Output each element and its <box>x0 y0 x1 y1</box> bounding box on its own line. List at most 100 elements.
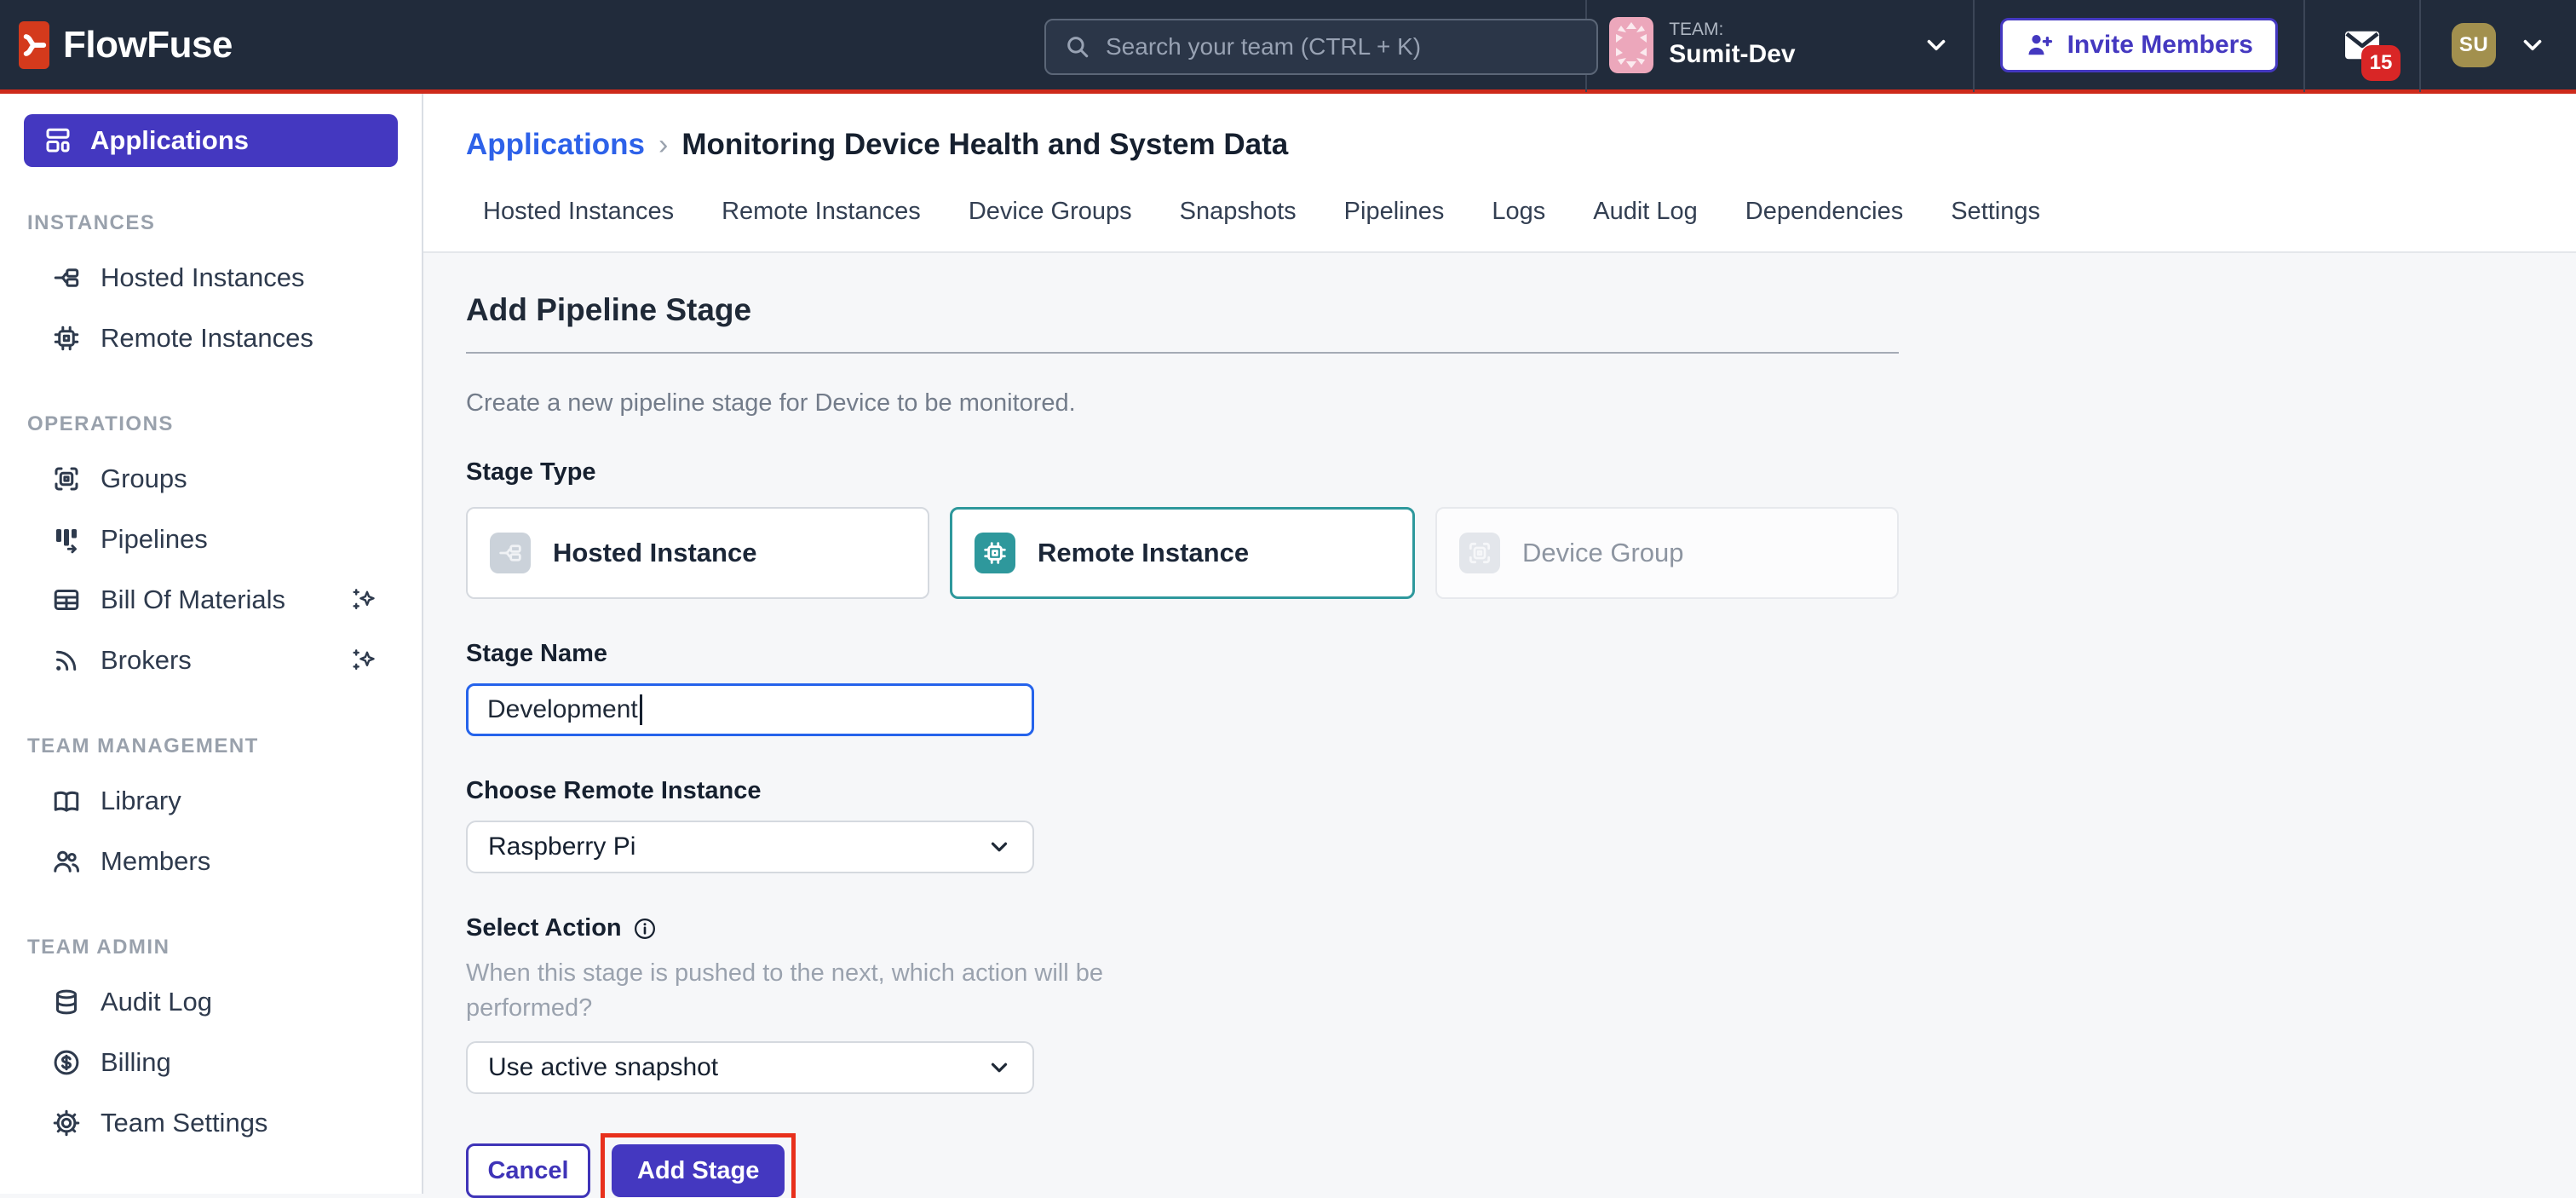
sidebar-item-remote-instances[interactable]: Remote Instances <box>24 308 398 368</box>
sidebar: Applications INSTANCES Hosted Instances <box>0 94 423 1194</box>
form-description: Create a new pipeline stage for Device t… <box>466 389 2533 418</box>
device-group-icon <box>1459 533 1500 573</box>
remote-instance-value: Raspberry Pi <box>488 832 635 861</box>
brand-name: FlowFuse <box>63 24 233 66</box>
nav-divider <box>2303 0 2305 92</box>
add-pipeline-stage-form: Add Pipeline Stage Create a new pipeline… <box>423 253 2576 1198</box>
stage-type-option-label: Hosted Instance <box>553 538 756 568</box>
sidebar-item-applications[interactable]: Applications <box>24 114 398 167</box>
chip-icon <box>975 533 1015 573</box>
users-icon <box>51 846 82 877</box>
team-label: TEAM: <box>1669 20 1795 40</box>
choose-remote-instance-label: Choose Remote Instance <box>466 777 2533 805</box>
sidebar-item-label: Applications <box>90 125 249 156</box>
sidebar-item-label: Billing <box>101 1047 393 1078</box>
add-stage-button[interactable]: Add Stage <box>612 1144 785 1197</box>
sparkles-icon <box>348 646 377 675</box>
table-icon <box>51 585 82 615</box>
tab-bar: Hosted Instances Remote Instances Device… <box>466 198 2533 251</box>
breadcrumb: Applications › Monitoring Device Health … <box>466 128 2533 162</box>
team-name: Sumit-Dev <box>1669 40 1795 70</box>
tab-hosted-instances[interactable]: Hosted Instances <box>483 198 674 226</box>
tab-settings[interactable]: Settings <box>1951 198 2040 226</box>
page-header: Applications › Monitoring Device Health … <box>423 94 2576 253</box>
sparkles-icon <box>348 585 377 614</box>
tab-remote-instances[interactable]: Remote Instances <box>722 198 921 226</box>
sidebar-item-label: Pipelines <box>101 524 393 555</box>
tab-logs[interactable]: Logs <box>1492 198 1545 226</box>
sidebar-section-title: TEAM ADMIN <box>27 936 398 959</box>
sidebar-item-groups[interactable]: Groups <box>24 448 398 509</box>
tab-audit-log[interactable]: Audit Log <box>1593 198 1698 226</box>
user-chevron-down-icon[interactable] <box>2518 31 2547 60</box>
stage-type-label: Stage Type <box>466 458 2533 487</box>
pipelines-icon <box>51 524 82 555</box>
team-chevron-down-icon[interactable] <box>1922 31 1951 60</box>
invite-members-button[interactable]: Invite Members <box>2000 18 2278 72</box>
sidebar-item-label: Audit Log <box>101 987 393 1017</box>
sidebar-item-label: Team Settings <box>101 1108 393 1138</box>
device-group-icon <box>51 464 82 494</box>
sidebar-section-title: INSTANCES <box>27 211 398 235</box>
top-navbar: FlowFuse <box>0 0 2576 94</box>
applications-icon <box>43 125 73 156</box>
user-menu[interactable]: SU <box>2421 23 2556 67</box>
notification-badge: 15 <box>2361 45 2401 81</box>
select-action-label: Select Action <box>466 914 2533 942</box>
cancel-button[interactable]: Cancel <box>466 1143 590 1198</box>
stage-type-device-group: Device Group <box>1435 507 1899 599</box>
flowfuse-logo[interactable]: FlowFuse <box>19 21 233 69</box>
sidebar-item-label: Library <box>101 786 393 816</box>
tab-snapshots[interactable]: Snapshots <box>1180 198 1297 226</box>
sidebar-item-brokers[interactable]: Brokers <box>24 630 398 690</box>
sidebar-item-audit-log[interactable]: Audit Log <box>24 971 398 1032</box>
user-avatar: SU <box>2452 23 2496 67</box>
breadcrumb-separator: › <box>658 129 668 162</box>
sidebar-item-members[interactable]: Members <box>24 831 398 891</box>
remote-instance-select[interactable]: Raspberry Pi <box>466 821 1034 873</box>
sidebar-item-bill-of-materials[interactable]: Bill Of Materials <box>24 569 398 630</box>
chip-icon <box>51 323 82 354</box>
book-icon <box>51 786 82 816</box>
sidebar-item-pipelines[interactable]: Pipelines <box>24 509 398 569</box>
sidebar-item-team-settings[interactable]: Team Settings <box>24 1092 398 1153</box>
hosted-instances-icon <box>490 533 531 573</box>
search-input[interactable] <box>1106 33 1579 60</box>
sidebar-item-label: Groups <box>101 464 393 494</box>
click-highlight: Add Stage <box>601 1133 796 1198</box>
notifications-button[interactable]: 15 <box>2343 28 2382 62</box>
form-title: Add Pipeline Stage <box>466 292 2533 328</box>
dollar-circle-icon <box>51 1047 82 1078</box>
tab-pipelines[interactable]: Pipelines <box>1344 198 1445 226</box>
sidebar-item-label: Remote Instances <box>101 323 393 354</box>
action-value: Use active snapshot <box>488 1053 718 1082</box>
team-search[interactable] <box>1044 19 1598 75</box>
sidebar-item-library[interactable]: Library <box>24 770 398 831</box>
person-plus-icon <box>2025 30 2056 60</box>
select-action-label-text: Select Action <box>466 914 622 942</box>
team-selector[interactable]: TEAM: Sumit-Dev <box>1587 17 1972 73</box>
sidebar-section-title: TEAM MANAGEMENT <box>27 734 398 758</box>
sidebar-item-hosted-instances[interactable]: Hosted Instances <box>24 247 398 308</box>
search-icon <box>1063 32 1092 61</box>
stage-name-label: Stage Name <box>466 640 2533 668</box>
database-icon <box>51 987 82 1017</box>
sidebar-section-title: OPERATIONS <box>27 412 398 436</box>
sidebar-item-label: Brokers <box>101 645 330 676</box>
team-avatar <box>1609 17 1653 73</box>
tab-dependencies[interactable]: Dependencies <box>1745 198 1903 226</box>
stage-type-remote-instance[interactable]: Remote Instance <box>950 507 1415 599</box>
stage-name-value: Development <box>487 695 638 724</box>
info-icon[interactable] <box>632 916 658 942</box>
tab-device-groups[interactable]: Device Groups <box>969 198 1132 226</box>
stage-type-hosted-instance[interactable]: Hosted Instance <box>466 507 929 599</box>
action-select[interactable]: Use active snapshot <box>466 1041 1034 1094</box>
breadcrumb-applications-link[interactable]: Applications <box>466 128 645 162</box>
stage-name-input[interactable]: Development <box>466 683 1034 736</box>
title-divider <box>466 352 1899 354</box>
sidebar-item-billing[interactable]: Billing <box>24 1032 398 1092</box>
stage-type-option-label: Remote Instance <box>1038 538 1249 568</box>
chevron-down-icon <box>986 834 1012 860</box>
invite-members-label: Invite Members <box>2067 31 2253 60</box>
stage-type-options: Hosted Instance Remote Instance <box>466 507 1899 599</box>
